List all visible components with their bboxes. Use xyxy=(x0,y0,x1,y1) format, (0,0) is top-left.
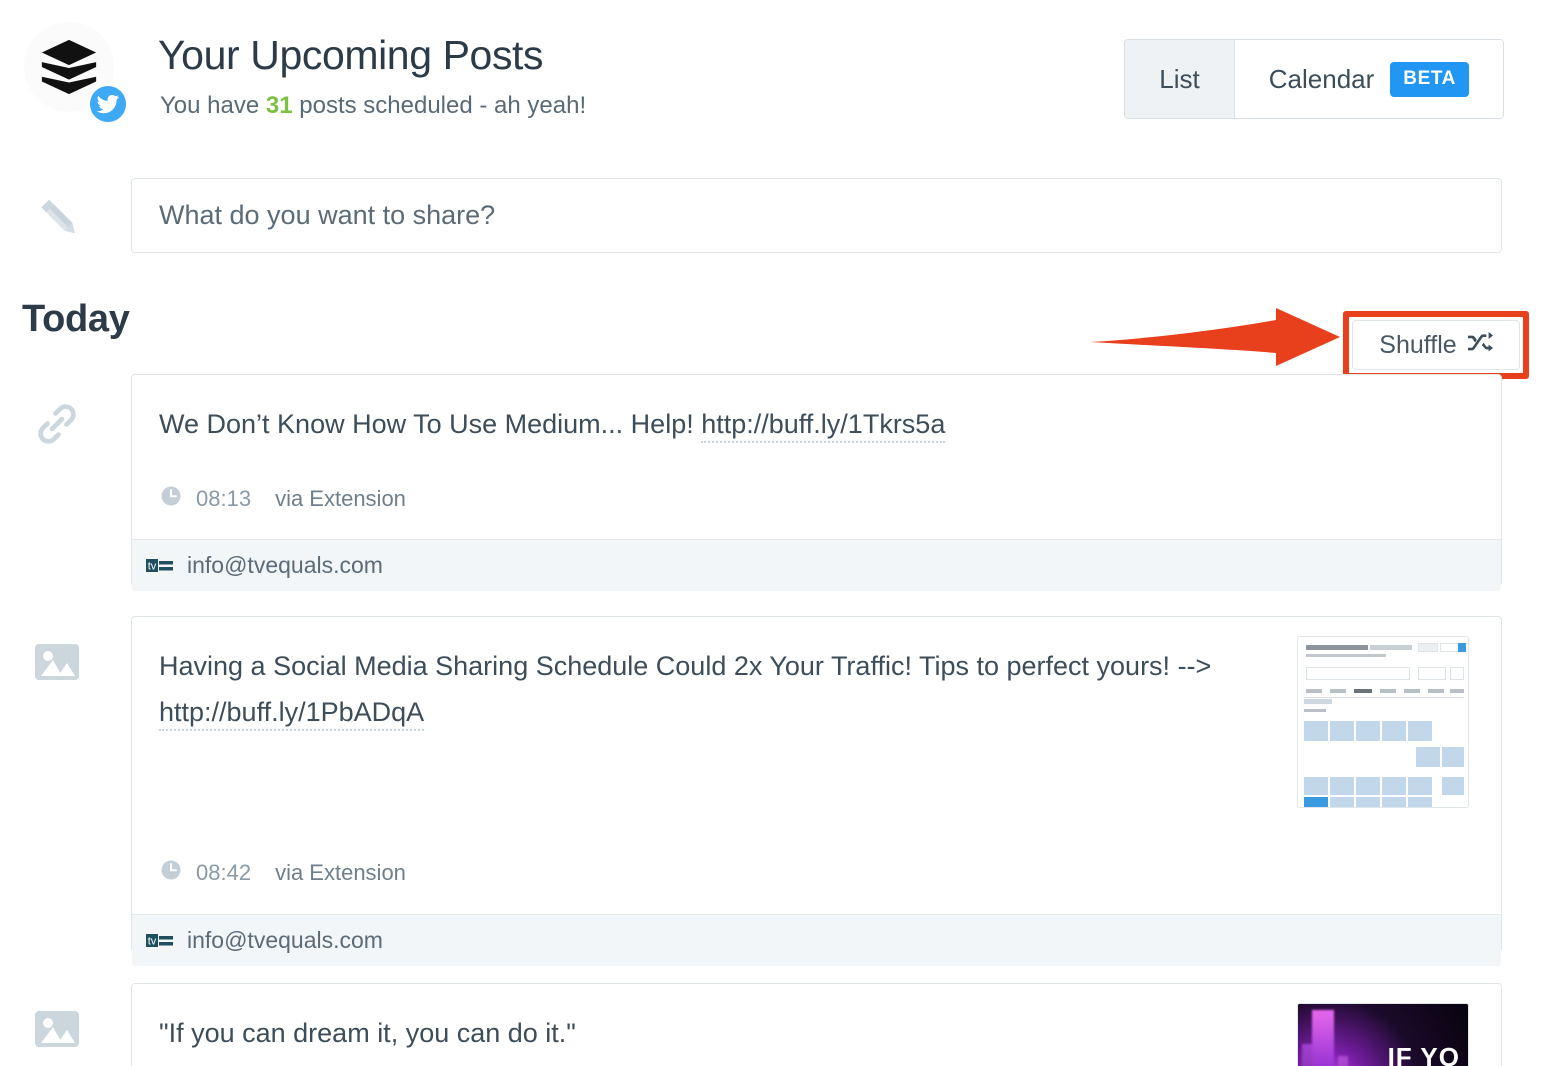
post-text-plain: We Don’t Know How To Use Medium... Help! xyxy=(159,409,702,439)
page-title: Your Upcoming Posts xyxy=(158,32,544,78)
post-time: 08:42 xyxy=(196,860,252,885)
post-text: We Don’t Know How To Use Medium... Help!… xyxy=(132,375,1277,447)
post-via: via Extension xyxy=(275,486,406,511)
post-thumbnail-image[interactable]: IF YO xyxy=(1297,1003,1469,1066)
post-meta: 08:42 via Extension xyxy=(132,859,1501,887)
page-subtitle: You have 31 posts scheduled - ah yeah! xyxy=(160,92,586,120)
tab-list-label: List xyxy=(1159,63,1200,94)
annotation-arrow-icon xyxy=(1090,308,1340,366)
tab-list[interactable]: List xyxy=(1125,40,1235,118)
image-icon xyxy=(33,638,81,686)
day-heading: Today xyxy=(22,298,130,340)
post-account-email: info@tvequals.com xyxy=(187,552,383,578)
svg-text:tv: tv xyxy=(148,936,157,948)
beta-badge: BETA xyxy=(1390,61,1469,97)
post-text-plain: Having a Social Media Sharing Schedule C… xyxy=(159,651,1212,681)
post-body: "If you can dream it, you can do it." IF… xyxy=(132,984,1501,1066)
post-link[interactable]: http://buff.ly/1PbADqA xyxy=(159,697,425,731)
post-via: via Extension xyxy=(275,860,406,885)
shuffle-icon xyxy=(1467,331,1493,360)
clock-icon xyxy=(160,485,182,513)
image-icon xyxy=(33,1005,81,1053)
composer-box[interactable] xyxy=(131,178,1502,253)
post-account-email: info@tvequals.com xyxy=(187,927,383,953)
tvequals-logo-icon: tv xyxy=(143,549,176,582)
scheduled-count: 31 xyxy=(265,92,293,119)
post-account-footer: tv info@tvequals.com xyxy=(132,539,1501,591)
post-account-footer: tv info@tvequals.com xyxy=(132,914,1501,966)
link-icon xyxy=(33,400,81,448)
post-body: We Don’t Know How To Use Medium... Help!… xyxy=(132,375,1501,513)
pencil-icon xyxy=(33,192,85,244)
composer-row xyxy=(0,178,1566,258)
post-text: "If you can dream it, you can do it." xyxy=(132,984,1277,1056)
buffer-upcoming-posts-page: Your Upcoming Posts You have 31 posts sc… xyxy=(0,0,1566,1066)
post-card[interactable]: We Don’t Know How To Use Medium... Help!… xyxy=(131,374,1502,591)
tvequals-logo-icon: tv xyxy=(143,924,176,957)
shuffle-button[interactable]: Shuffle xyxy=(1352,320,1520,370)
post-time: 08:13 xyxy=(196,486,252,511)
post-card[interactable]: "If you can dream it, you can do it." IF… xyxy=(131,983,1502,1066)
subtitle-prefix: You have xyxy=(160,92,266,119)
post-meta: 08:13 via Extension xyxy=(132,485,1501,513)
tab-calendar[interactable]: Calendar BETA xyxy=(1234,40,1503,118)
svg-text:tv: tv xyxy=(148,561,157,573)
shuffle-button-label: Shuffle xyxy=(1379,330,1457,359)
post-thumbnail-calendar[interactable] xyxy=(1297,636,1469,808)
post-link[interactable]: http://buff.ly/1Tkrs5a xyxy=(701,409,946,443)
twitter-icon xyxy=(88,84,128,124)
share-input[interactable] xyxy=(157,199,1501,232)
tab-calendar-label: Calendar xyxy=(1268,63,1375,94)
post-text: Having a Social Media Sharing Schedule C… xyxy=(132,617,1277,735)
thumbnail-overlay-text: IF YO xyxy=(1387,1042,1460,1066)
buffer-layers-icon xyxy=(38,36,100,98)
post-text-plain: "If you can dream it, you can do it." xyxy=(159,1018,576,1048)
subtitle-suffix: posts scheduled - ah yeah! xyxy=(292,92,587,119)
page-header: Your Upcoming Posts You have 31 posts sc… xyxy=(0,0,1566,150)
clock-icon xyxy=(160,859,182,887)
post-card[interactable]: Having a Social Media Sharing Schedule C… xyxy=(131,616,1502,966)
post-body: Having a Social Media Sharing Schedule C… xyxy=(132,617,1501,887)
view-toggle: List Calendar BETA xyxy=(1124,39,1504,119)
